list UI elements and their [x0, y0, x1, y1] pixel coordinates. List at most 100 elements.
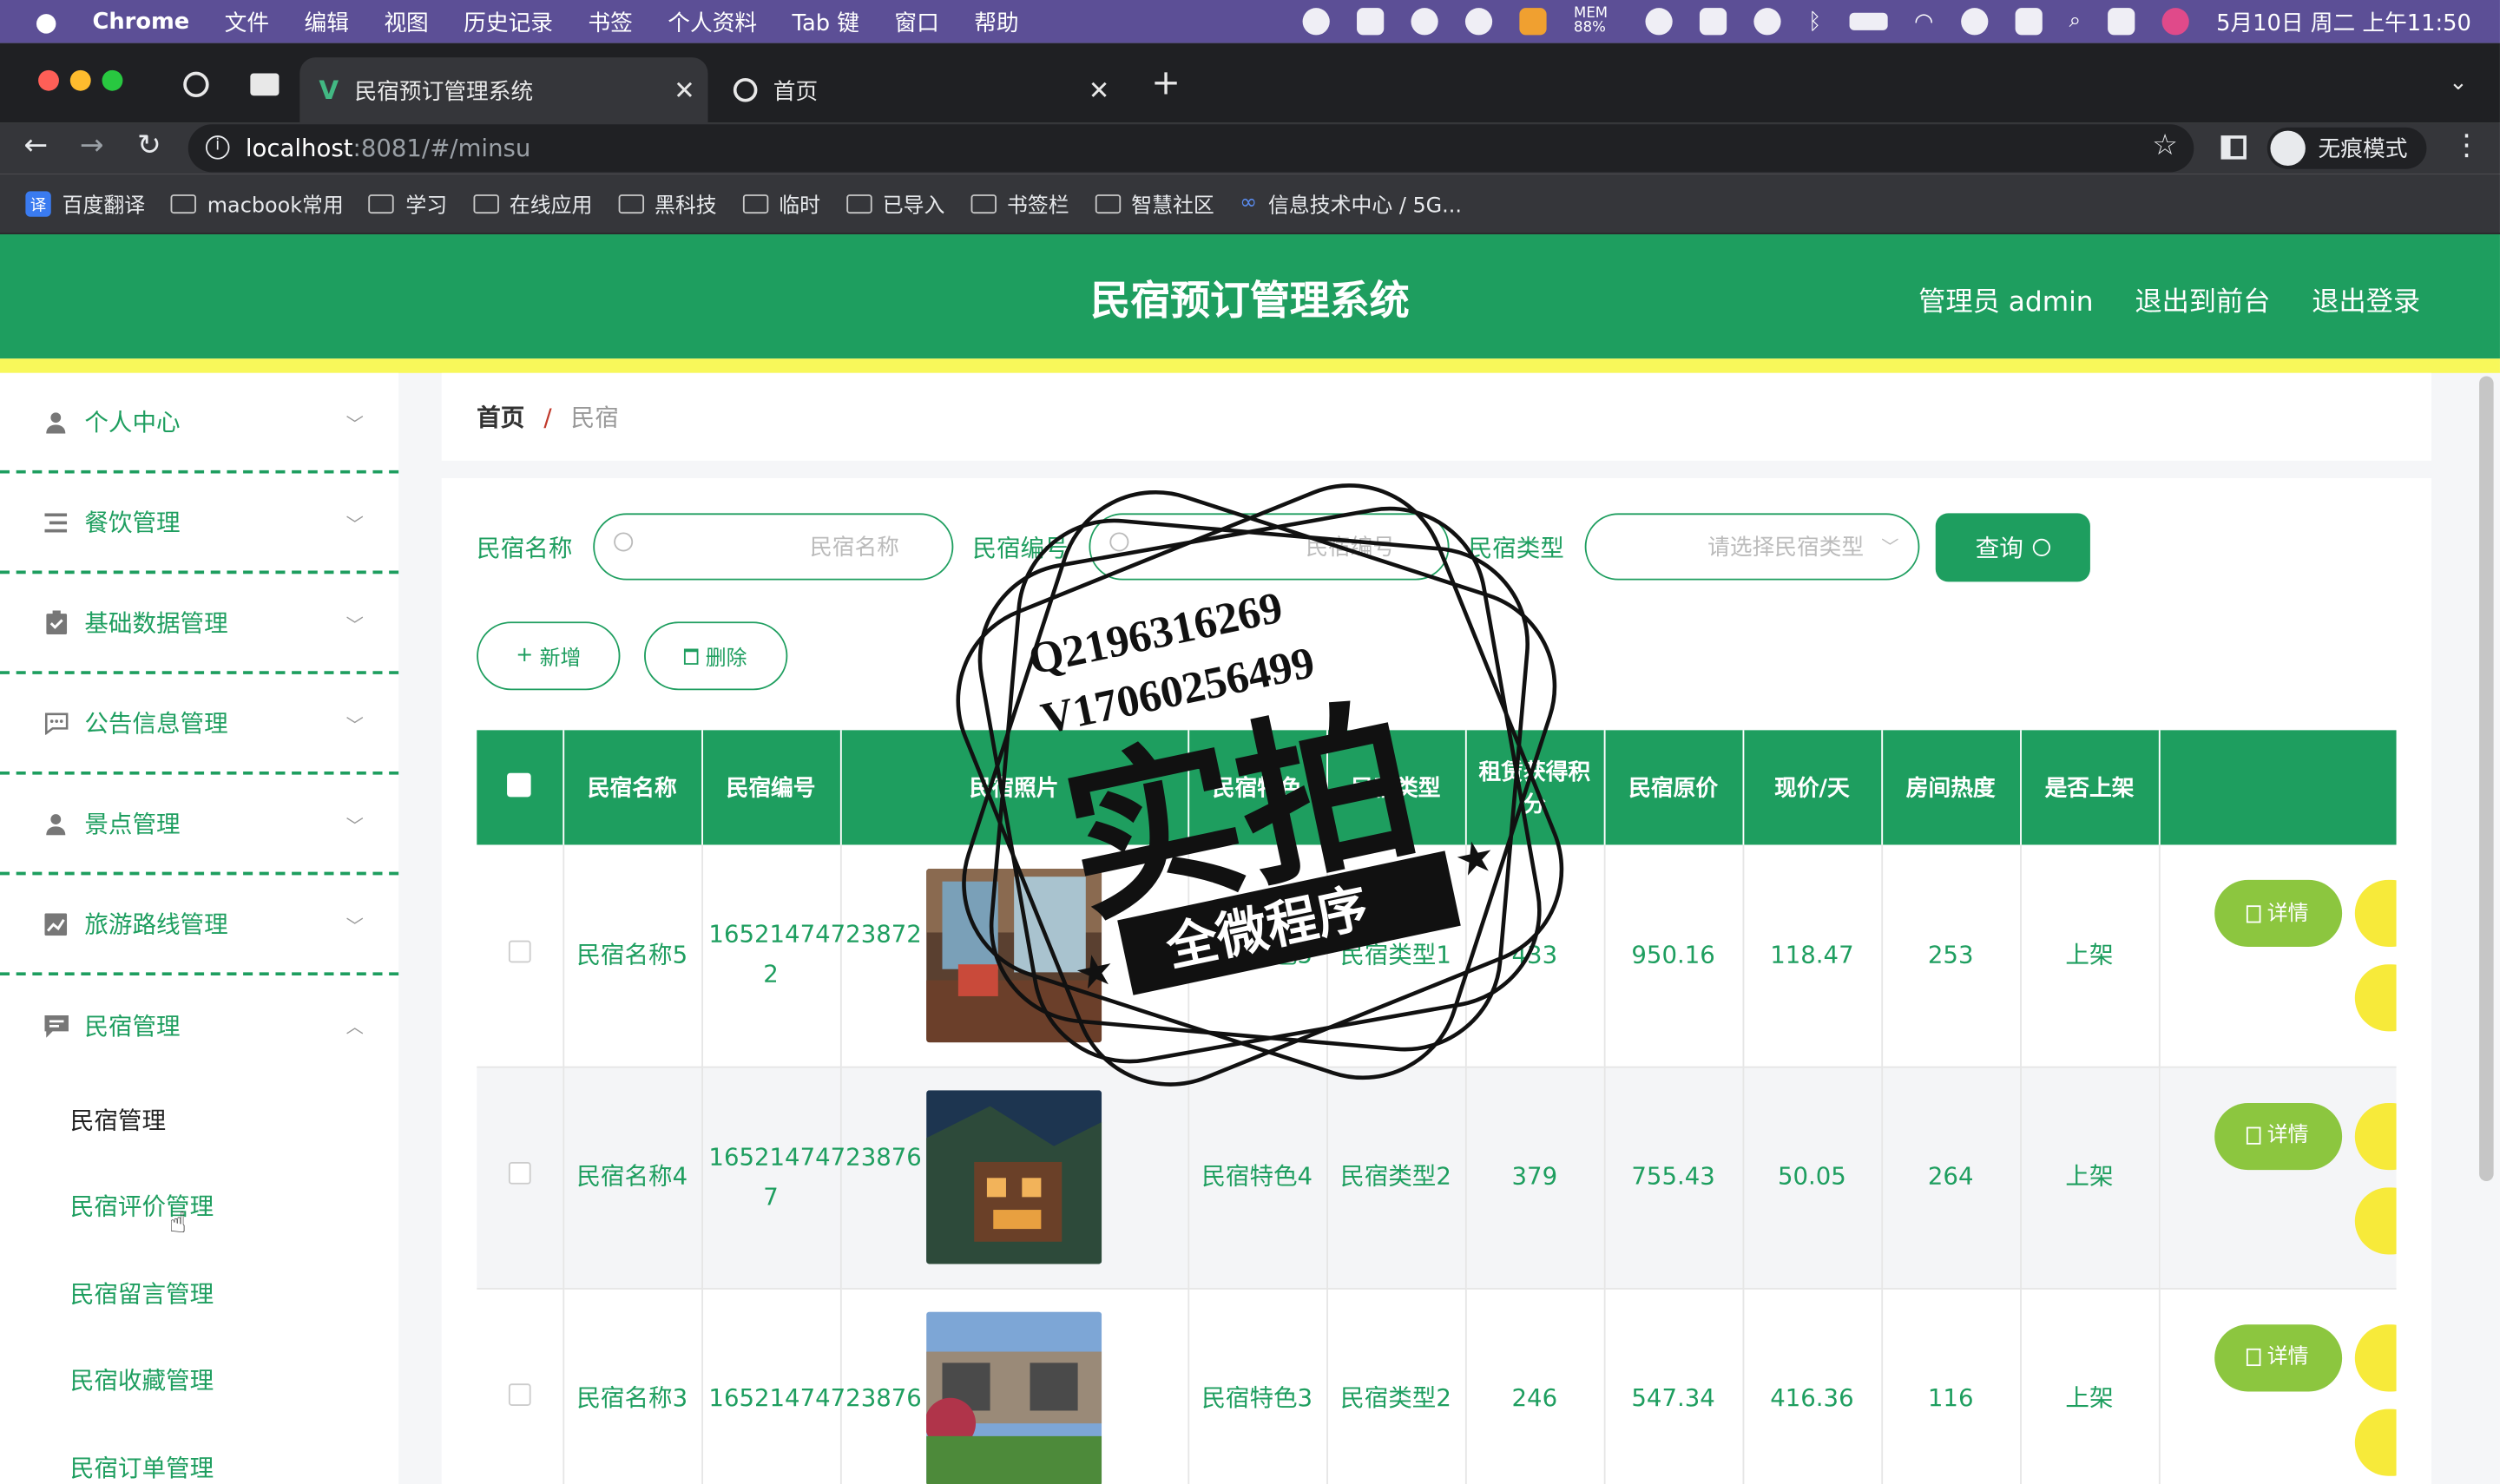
record-icon[interactable] — [1302, 8, 1331, 36]
bookmark-folder[interactable]: 黑科技 — [617, 188, 717, 219]
column-header[interactable]: 民宿类型 — [1326, 730, 1466, 845]
bookmark-folder[interactable]: 临时 — [742, 188, 820, 219]
menubar-item-file[interactable]: 文件 — [225, 5, 269, 37]
more-button[interactable] — [2353, 964, 2397, 1032]
gear-status-icon[interactable] — [1519, 8, 1547, 36]
menubar-item-bookmarks[interactable]: 书签 — [588, 5, 632, 37]
menubar-item-profile[interactable]: 个人资料 — [668, 5, 757, 37]
tab-home[interactable]: 首页 ✕ — [714, 57, 1122, 122]
incognito-profile[interactable]: 无痕模式 — [2266, 127, 2427, 169]
more-button[interactable] — [2353, 1186, 2397, 1254]
bookmark-5g-center[interactable]: ∞ 信息技术中心 / 5G... — [1240, 188, 1462, 218]
more-button[interactable] — [2353, 1408, 2397, 1475]
column-header[interactable]: 民宿编号 — [701, 730, 841, 845]
user-status-icon[interactable] — [1960, 8, 1988, 36]
column-header[interactable]: 房间热度 — [1881, 730, 2022, 845]
sidebar-menu-notice[interactable]: 公告信息管理 ﹀ — [0, 674, 399, 775]
admin-user-label[interactable]: 管理员 admin — [1918, 279, 2093, 319]
sidebar-menu-route[interactable]: 旅游路线管理 ﹀ — [0, 875, 399, 976]
bookmark-folder[interactable]: 已导入 — [845, 188, 944, 219]
zoom-window-button[interactable] — [102, 69, 123, 91]
vpn-icon[interactable] — [1753, 8, 1781, 36]
column-header[interactable]: 民宿名称 — [562, 730, 703, 845]
bookmark-star-icon[interactable]: ☆ — [2152, 129, 2178, 163]
column-header[interactable]: 民宿特色 — [1188, 730, 1328, 845]
column-header[interactable]: 租赁获得积分 — [1464, 730, 1605, 845]
submenu-order-manage[interactable]: 民宿订单管理 — [0, 1423, 398, 1484]
column-header[interactable]: 民宿原价 — [1603, 730, 1744, 845]
code-search-input[interactable]: 民宿编号 — [1089, 513, 1450, 581]
datetime[interactable]: 5月10日 周二 上午11:50 — [2216, 5, 2471, 37]
breadcrumb-home[interactable]: 首页 — [477, 400, 524, 434]
tab-search-chevron-icon[interactable]: ⌄ — [2449, 70, 2468, 95]
bookmark-baidu-translate[interactable]: 译百度翻译 — [25, 188, 145, 219]
sidebar-menu-basedata[interactable]: 基础数据管理 ﹀ — [0, 574, 399, 674]
query-button[interactable]: 查询 — [1935, 513, 2090, 582]
chat-status-icon[interactable] — [1465, 8, 1493, 36]
tab-group-icon[interactable] — [250, 73, 280, 96]
minsu-photo[interactable] — [926, 1311, 1102, 1484]
type-select[interactable]: 请选择民宿类型 ﹀ — [1584, 513, 1920, 581]
search-status-icon[interactable]: ⌕ — [2069, 10, 2081, 34]
menubar-item-window[interactable]: 窗口 — [894, 5, 938, 37]
url-field[interactable]: i localhost:8081/#/minsu ☆ — [188, 124, 2194, 173]
battery-icon[interactable] — [1848, 12, 1887, 30]
edit-button[interactable] — [2353, 1102, 2397, 1170]
edit-button[interactable] — [2353, 1323, 2397, 1391]
memory-indicator[interactable]: MEM 88% — [1574, 6, 1618, 36]
page-scrollbar[interactable] — [2479, 376, 2494, 1181]
minsu-photo[interactable] — [926, 1090, 1102, 1264]
menubar-app-name[interactable]: Chrome — [92, 9, 189, 34]
bluetooth-icon[interactable]: ᛒ — [1808, 9, 1821, 34]
delete-button[interactable]: 删除 — [644, 621, 788, 691]
column-header[interactable]: 现价/天 — [1742, 730, 1883, 845]
column-header[interactable]: 是否上架 — [2020, 730, 2160, 845]
menubar-item-edit[interactable]: 编辑 — [304, 5, 348, 37]
minimize-window-button[interactable] — [69, 69, 91, 91]
back-icon[interactable]: ← — [24, 129, 49, 163]
info-icon[interactable]: i — [205, 135, 230, 160]
wifi-icon[interactable]: ◠ — [1914, 9, 1933, 34]
window-icon[interactable] — [1700, 8, 1727, 36]
close-tab-icon[interactable]: ✕ — [1089, 75, 1110, 105]
detail-button[interactable]: 详情 — [2214, 879, 2342, 947]
detail-button[interactable]: 详情 — [2214, 1323, 2342, 1391]
close-tab-icon[interactable]: ✕ — [674, 75, 695, 105]
sidebar-menu-catering[interactable]: 餐饮管理 ﹀ — [0, 473, 399, 575]
menubar-item-help[interactable]: 帮助 — [974, 5, 1018, 37]
apple-icon[interactable]: ● — [35, 6, 57, 36]
detail-button[interactable]: 详情 — [2214, 1102, 2342, 1170]
row-checkbox[interactable] — [508, 1383, 531, 1406]
name-search-input[interactable]: 民宿名称 — [593, 513, 954, 581]
reload-icon[interactable]: ↻ — [137, 129, 161, 163]
select-all-checkbox[interactable] — [507, 772, 532, 797]
sidepanel-icon[interactable] — [2220, 135, 2247, 160]
sidebar-menu-scenic[interactable]: 景点管理 ﹀ — [0, 775, 399, 876]
password-icon[interactable] — [1645, 8, 1673, 36]
submenu-favorite-manage[interactable]: 民宿收藏管理 — [0, 1336, 398, 1423]
row-checkbox[interactable] — [508, 1161, 531, 1185]
logout-link[interactable]: 退出登录 — [2312, 279, 2420, 319]
menubar-item-tab[interactable]: Tab 键 — [793, 5, 859, 37]
tab-minsu-system[interactable]: V 民宿预订管理系统 ✕ — [299, 57, 708, 123]
close-window-button[interactable] — [38, 69, 59, 91]
menubar-item-view[interactable]: 视图 — [384, 5, 428, 37]
submenu-review-manage[interactable]: 民宿评价管理 — [0, 1163, 398, 1250]
bookmark-folder[interactable]: 智慧社区 — [1095, 188, 1214, 219]
siri-icon[interactable] — [2161, 8, 2189, 36]
submenu-minsu-manage[interactable]: 民宿管理 — [0, 1076, 398, 1163]
submenu-message-manage[interactable]: 民宿留言管理 — [0, 1250, 398, 1336]
bookmark-folder[interactable]: macbook常用 — [170, 188, 344, 219]
bookmark-folder[interactable]: 书签栏 — [970, 188, 1069, 219]
new-tab-button[interactable]: + — [1151, 63, 1181, 103]
sidebar-menu-minsu[interactable]: 民宿管理 ︿ — [0, 975, 398, 1076]
globe-tab-icon[interactable] — [183, 71, 209, 98]
forward-icon[interactable]: → — [80, 129, 104, 163]
edit-button[interactable] — [2353, 879, 2397, 947]
row-checkbox[interactable] — [508, 940, 531, 962]
word-icon[interactable] — [1357, 8, 1385, 36]
minsu-photo[interactable] — [926, 868, 1102, 1042]
sidebar-menu-personal[interactable]: 个人中心 ﹀ — [0, 373, 399, 474]
s-app-icon[interactable] — [2015, 8, 2043, 36]
column-header[interactable]: 民宿照片 — [839, 730, 1189, 845]
